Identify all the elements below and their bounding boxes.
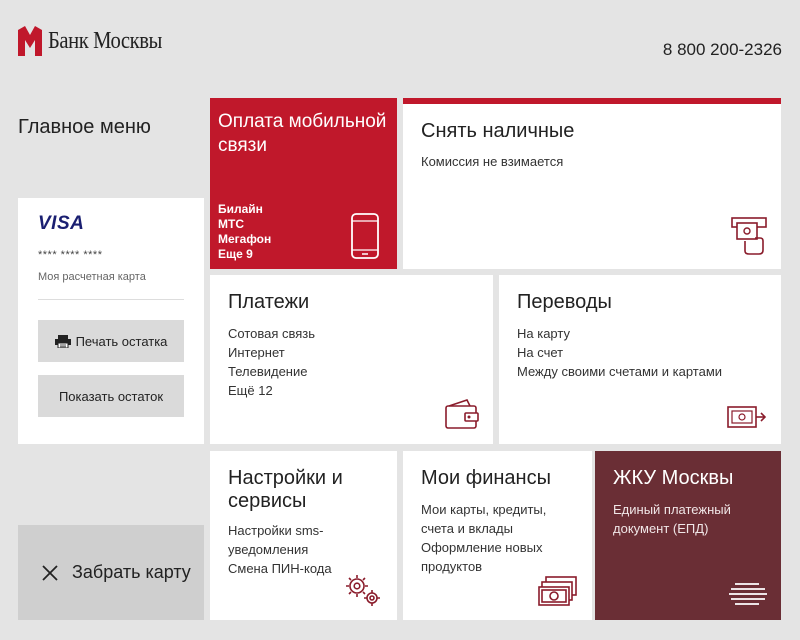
tile-title: Настройки и сервисы xyxy=(228,467,343,512)
tile-line: Комиссия не взимается xyxy=(421,154,564,169)
bank-logo: Банк Москвы xyxy=(18,26,181,56)
operator-beeline: Билайн xyxy=(218,202,263,216)
tile-settings[interactable]: Настройки и сервисы Настройки sms- уведо… xyxy=(210,451,397,620)
lines-icon xyxy=(729,583,767,605)
divider xyxy=(38,299,184,300)
page-title: Главное меню xyxy=(18,116,151,138)
tile-title: Оплата мобильной связи xyxy=(218,111,387,156)
print-balance-button[interactable]: Печать остатка xyxy=(38,320,184,362)
tile-line: Смена ПИН-кода xyxy=(228,561,332,576)
tile-line: Единый платежный xyxy=(613,502,731,517)
tile-title: ЖКУ Москвы xyxy=(613,467,734,489)
tile-line: Телевидение xyxy=(228,364,308,379)
tile-details: Единый платежный документ (ЕПД) xyxy=(613,500,731,538)
tile-details: Мои карты, кредиты, счета и вклады Оформ… xyxy=(421,500,546,576)
tile-transfers[interactable]: Переводы На карту На счет Между своими с… xyxy=(499,275,781,444)
bank-logo-icon xyxy=(18,26,42,56)
tile-details: На карту На счет Между своими счетами и … xyxy=(517,324,722,381)
close-icon xyxy=(42,564,58,581)
logo-text: Банк Москвы xyxy=(48,27,162,54)
tile-title: Платежи xyxy=(228,291,310,313)
tile-line: Оформление новых xyxy=(421,540,543,555)
tile-housing-utilities[interactable]: ЖКУ Москвы Единый платежный документ (ЕП… xyxy=(595,451,781,620)
tile-line: уведомления xyxy=(228,542,309,557)
take-card-label: Забрать карту xyxy=(72,562,191,582)
tile-payments[interactable]: Платежи Сотовая связь Интернет Телевиден… xyxy=(210,275,493,444)
tile-details: Настройки sms- уведомления Смена ПИН-код… xyxy=(228,521,332,578)
tile-details: Билайн МТС Мегафон Еще 9 xyxy=(218,202,271,262)
support-phone: 8 800 200-2326 xyxy=(662,40,782,59)
tile-details: Комиссия не взимается xyxy=(421,152,563,171)
tile-line: На счет xyxy=(517,345,564,360)
tile-line: Между своими счетами и картами xyxy=(517,364,723,379)
visa-logo: VISA xyxy=(38,213,85,234)
tile-title: Мои финансы xyxy=(421,467,551,489)
tile-my-finances[interactable]: Мои финансы Мои карты, кредиты, счета и … xyxy=(403,451,592,620)
card-caption: Моя расчетная карта xyxy=(38,271,146,283)
tile-cash-withdrawal[interactable]: Снять наличные Комиссия не взимается xyxy=(403,98,781,269)
tile-line: счета и вклады xyxy=(421,521,513,536)
tile-mobile-payment[interactable]: Оплата мобильной связи Билайн МТС Мегафо… xyxy=(210,98,397,269)
show-balance-label: Показать остаток xyxy=(58,388,164,404)
printer-icon xyxy=(54,334,71,348)
card-number: **** **** **** xyxy=(38,249,103,261)
tile-line: На карту xyxy=(517,326,570,341)
mobile-phone-icon xyxy=(351,213,379,259)
operator-more: Еще 9 xyxy=(218,247,253,261)
tile-line: Ещё 12 xyxy=(228,383,273,398)
tile-line: Мои карты, кредиты, xyxy=(421,502,547,517)
money-transfer-icon xyxy=(727,406,767,428)
operator-mts: МТС xyxy=(218,217,244,231)
tile-line: продуктов xyxy=(421,559,483,574)
wallet-icon xyxy=(445,399,479,429)
print-balance-label: Печать остатка xyxy=(75,333,168,349)
gears-icon xyxy=(346,575,380,606)
tile-title: Переводы xyxy=(517,291,612,313)
atm-cash-icon xyxy=(731,217,767,255)
tile-line: Настройки sms- xyxy=(228,523,324,538)
show-balance-button[interactable]: Показать остаток xyxy=(38,375,184,417)
tile-details: Сотовая связь Интернет Телевидение Ещё 1… xyxy=(228,324,315,400)
tile-line: документ (ЕПД) xyxy=(613,521,709,536)
tile-line: Сотовая связь xyxy=(228,326,316,341)
take-card-button[interactable]: Забрать карту xyxy=(18,525,204,620)
card-panel: VISA **** **** **** Моя расчетная карта … xyxy=(18,198,204,444)
operator-megafon: Мегафон xyxy=(218,232,272,246)
tile-title: Снять наличные xyxy=(421,120,575,142)
tile-line: Интернет xyxy=(228,345,285,360)
banknotes-icon xyxy=(538,576,577,606)
